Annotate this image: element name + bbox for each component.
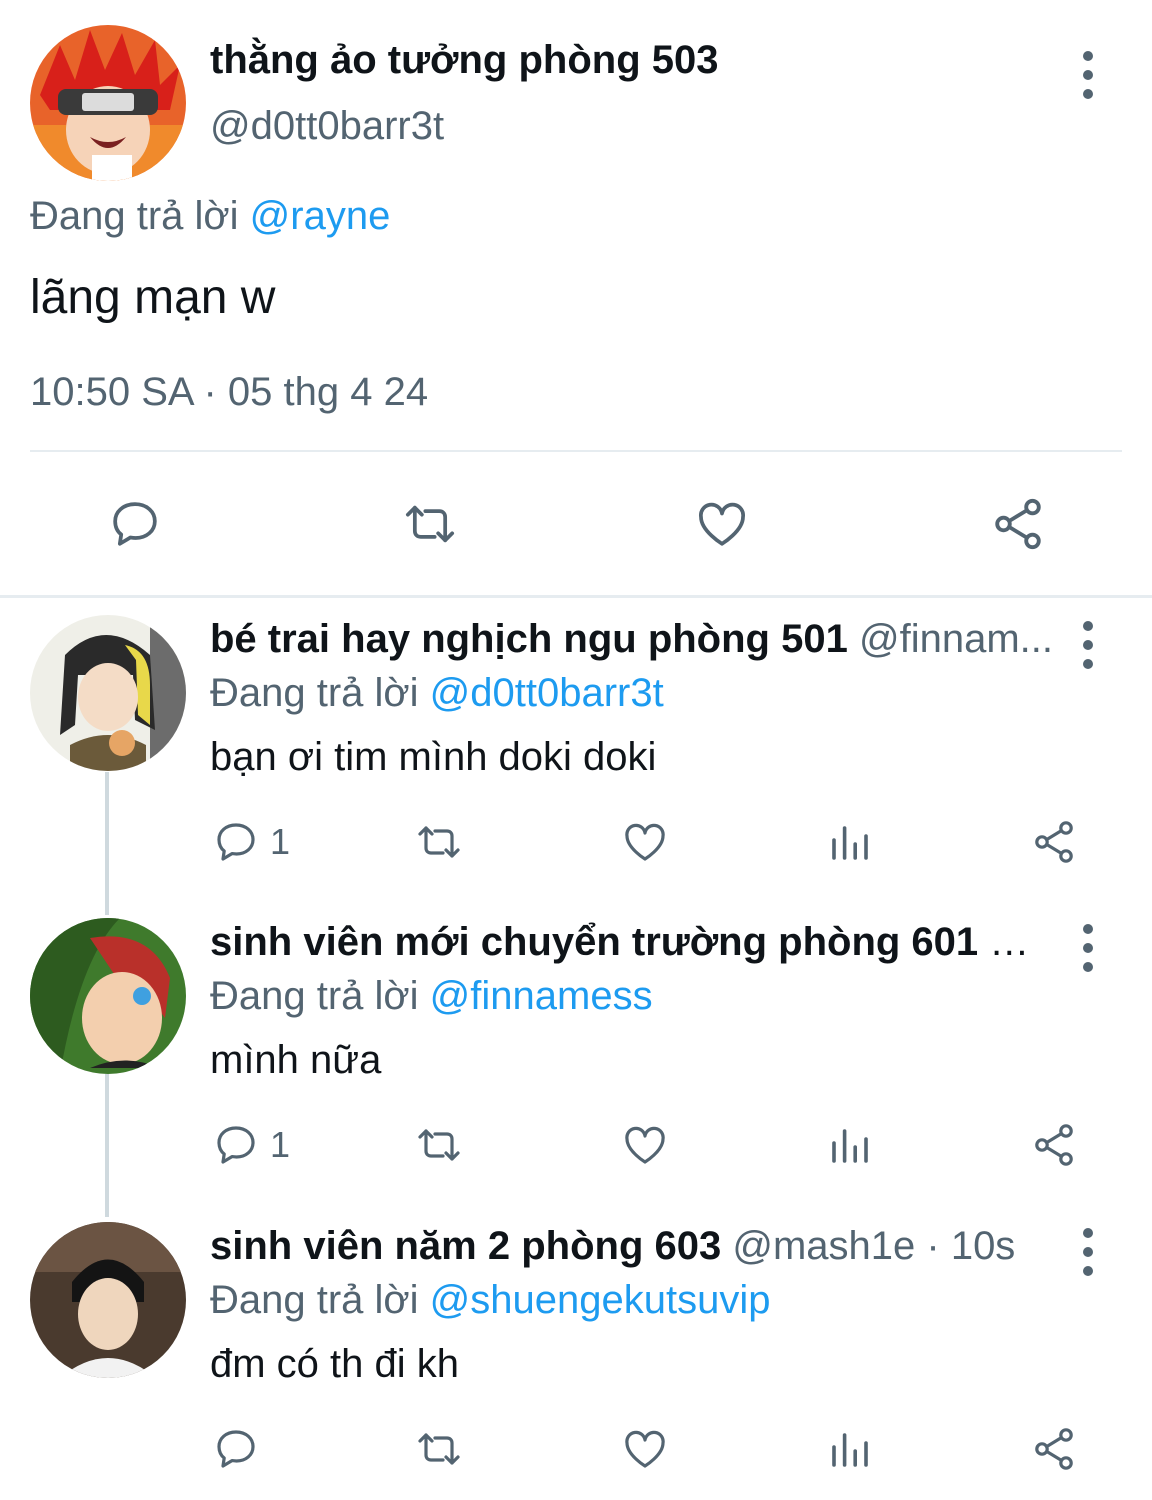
retweet-button[interactable] [412,1120,466,1170]
share-button[interactable] [988,494,1048,554]
share-icon [1035,1428,1073,1470]
reply-count: 1 [270,821,291,862]
tweet-text: lãng mạn w [30,271,276,324]
user-handle[interactable]: @s... [989,920,1060,964]
share-button[interactable] [1030,1424,1078,1474]
reply-count: 1 [270,1124,291,1165]
avatar[interactable] [30,615,186,771]
avatar[interactable] [30,25,186,181]
like-button[interactable] [620,1424,670,1474]
replying-to-link[interactable]: @shuengekutsuvip [430,1278,771,1322]
display-name[interactable]: sinh viên mới chuyển trường phòng 601 [210,920,978,964]
tweet-timestamp[interactable]: 10:50 SA · 05 thg 4 24 [30,370,428,415]
more-options-button[interactable] [1068,615,1108,675]
reply-icon [217,823,255,861]
tweet-text: đm có th đi kh [210,1342,460,1386]
more-icon [1083,1228,1093,1238]
views-icon [832,1129,868,1163]
more-icon [1083,924,1093,934]
replying-to-link[interactable]: @rayne [250,194,391,238]
tweet-text: mình nữa [210,1038,382,1082]
views-icon [832,1433,868,1467]
reply-header: sinh viên mới chuyển trường phòng 601 @s… [210,920,1060,965]
reply-button[interactable] [105,494,165,554]
like-button[interactable] [620,1120,670,1170]
reply-tweet[interactable]: sinh viên mới chuyển trường phòng 601 @s… [0,918,1152,1208]
avatar[interactable] [30,918,186,1074]
section-divider [0,595,1152,598]
views-button[interactable] [826,817,874,867]
display-name[interactable]: sinh viên năm 2 phòng 603 [210,1224,721,1268]
more-options-button[interactable] [1068,918,1108,978]
reply-tweet[interactable]: sinh viên năm 2 phòng 603 @mash1e · 10s … [0,1222,1152,1500]
like-button[interactable] [620,817,670,867]
divider [30,450,1122,452]
more-icon [1083,621,1093,631]
user-handle[interactable]: @d0tt0barr3t [210,104,444,149]
replying-to: Đang trả lời @rayne [30,194,390,239]
replying-prefix: Đang trả lời [210,1278,419,1322]
retweet-icon [405,505,455,543]
reply-icon [217,1126,255,1164]
replying-prefix: Đang trả lời [210,974,419,1018]
reply-header: sinh viên năm 2 phòng 603 @mash1e · 10s [210,1224,1060,1269]
views-button[interactable] [826,1120,874,1170]
retweet-icon [418,1129,460,1161]
retweet-icon [418,1433,460,1465]
share-icon [995,498,1041,550]
share-icon [1035,1124,1073,1166]
replying-to-link[interactable]: @finnamess [430,974,653,1018]
retweet-button[interactable] [400,494,460,554]
display-name[interactable]: thằng ảo tưởng phòng 503 [210,38,719,83]
like-icon [625,823,665,861]
retweet-button[interactable] [412,1424,466,1474]
user-handle[interactable]: @mash1e · 10s [732,1224,1015,1268]
like-icon [625,1430,665,1468]
share-button[interactable] [1030,1120,1078,1170]
reply-icon [113,502,157,546]
avatar[interactable] [30,1222,186,1378]
retweet-icon [418,826,460,858]
replying-to-link[interactable]: @d0tt0barr3t [430,671,664,715]
share-icon [1035,821,1073,863]
tweet-text: bạn ơi tim mình doki doki [210,735,657,779]
replying-to: Đang trả lời @finnamess [210,974,653,1019]
views-icon [832,826,868,860]
replying-prefix: Đang trả lời [210,671,419,715]
reply-button[interactable]: 1 [212,1120,290,1170]
main-tweet: thằng ảo tưởng phòng 503 @d0tt0barr3t Đa… [0,0,1152,595]
user-handle[interactable]: @finnam... [859,617,1053,661]
share-button[interactable] [1030,817,1078,867]
like-icon [625,1126,665,1164]
replying-to: Đang trả lời @shuengekutsuvip [210,1278,771,1323]
reply-button[interactable]: 1 [212,817,290,867]
replying-to: Đang trả lời @d0tt0barr3t [210,671,664,716]
retweet-button[interactable] [412,817,466,867]
like-button[interactable] [692,494,752,554]
views-button[interactable] [826,1424,874,1474]
display-name[interactable]: bé trai hay nghịch ngu phòng 501 [210,617,848,661]
reply-header: bé trai hay nghịch ngu phòng 501 @finnam… [210,617,1060,662]
more-options-button[interactable] [1068,45,1108,105]
more-icon [1083,51,1093,61]
replying-prefix: Đang trả lời [30,194,239,238]
more-options-button[interactable] [1068,1222,1108,1282]
reply-button[interactable] [212,1424,260,1474]
like-icon [699,502,745,546]
reply-icon [217,1430,255,1468]
reply-tweet[interactable]: bé trai hay nghịch ngu phòng 501 @finnam… [0,615,1152,905]
